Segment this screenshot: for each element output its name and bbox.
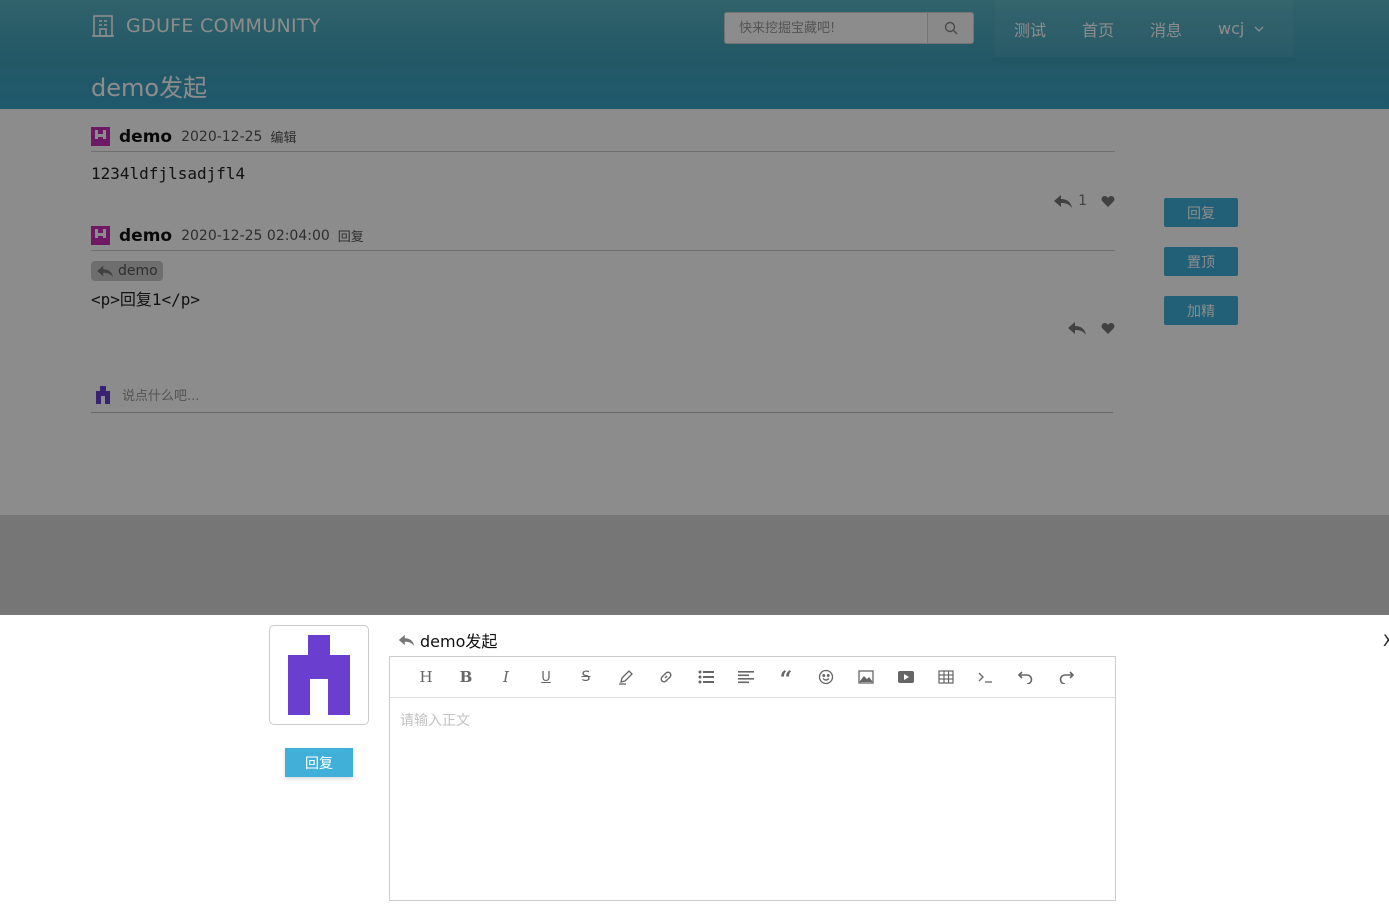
italic-icon[interactable]: I: [486, 662, 526, 692]
reply-target-title: demo发起: [420, 632, 498, 651]
editor-toolbar: H B I U S “: [390, 657, 1115, 698]
heading-icon[interactable]: H: [406, 662, 446, 692]
video-icon[interactable]: [886, 662, 926, 692]
align-icon[interactable]: [726, 662, 766, 692]
bold-icon[interactable]: B: [446, 662, 486, 692]
redo-icon[interactable]: [1046, 662, 1086, 692]
image-icon[interactable]: [846, 662, 886, 692]
quote-icon[interactable]: “: [766, 662, 806, 693]
bullet-list-icon[interactable]: [686, 662, 726, 692]
reply-icon: [398, 634, 415, 646]
reply-target: demo发起: [398, 628, 497, 652]
reply-panel: 回复 demo发起 X H B I U S “ 请输入正文: [0, 615, 1389, 911]
submit-reply-button[interactable]: 回复: [285, 748, 353, 777]
close-icon[interactable]: X: [1383, 631, 1389, 650]
editor-textarea[interactable]: [390, 698, 1115, 898]
avatar-icon: [288, 635, 350, 715]
modal-overlay[interactable]: [0, 0, 1389, 615]
pen-icon[interactable]: [606, 662, 646, 692]
code-icon[interactable]: [966, 662, 1006, 692]
table-icon[interactable]: [926, 662, 966, 692]
emoji-icon[interactable]: [806, 662, 846, 692]
markdown-editor: H B I U S “: [389, 656, 1116, 901]
link-icon[interactable]: [646, 662, 686, 692]
strikethrough-icon[interactable]: S: [566, 662, 606, 692]
undo-icon[interactable]: [1006, 662, 1046, 692]
user-avatar: [269, 625, 369, 725]
page: GDUFE COMMUNITY 测试 首页 消息 wcj demo发起: [0, 0, 1389, 911]
underline-icon[interactable]: U: [526, 662, 566, 692]
